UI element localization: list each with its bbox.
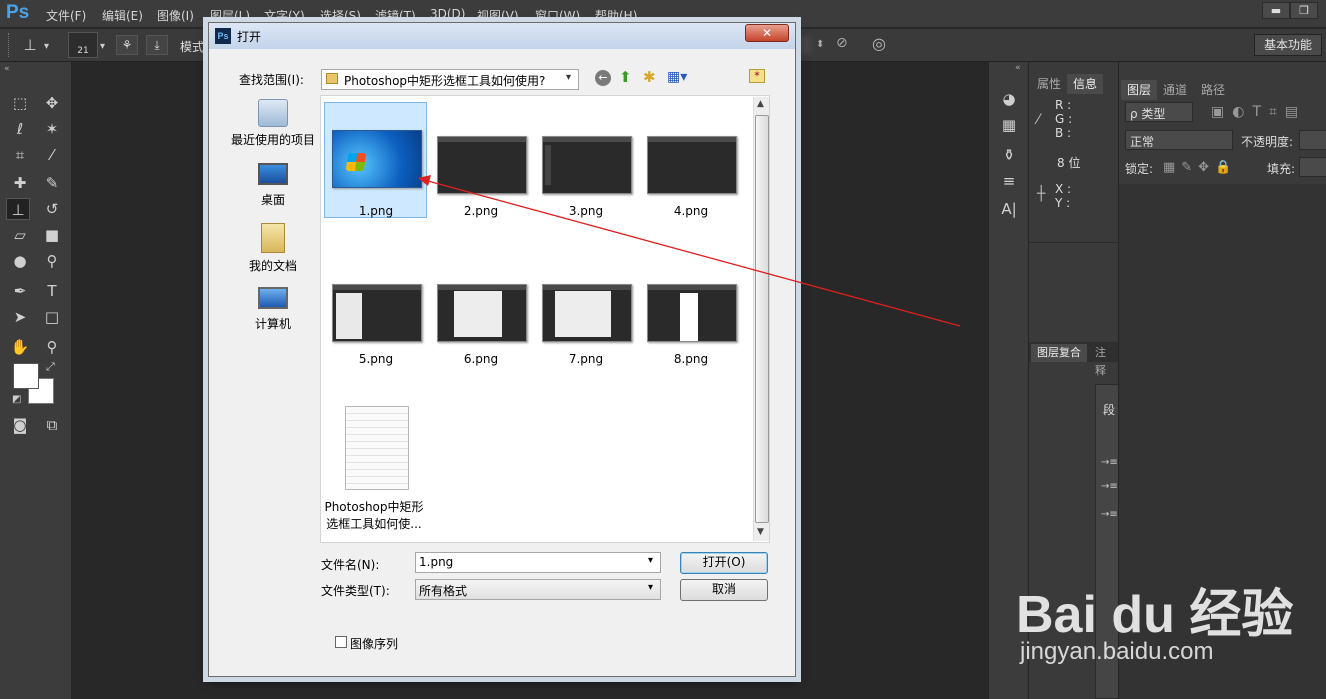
baidu-watermark-logo: Bai du 经验 xyxy=(1016,586,1294,644)
baidu-watermark-url: jingyan.baidu.com xyxy=(1020,638,1214,665)
